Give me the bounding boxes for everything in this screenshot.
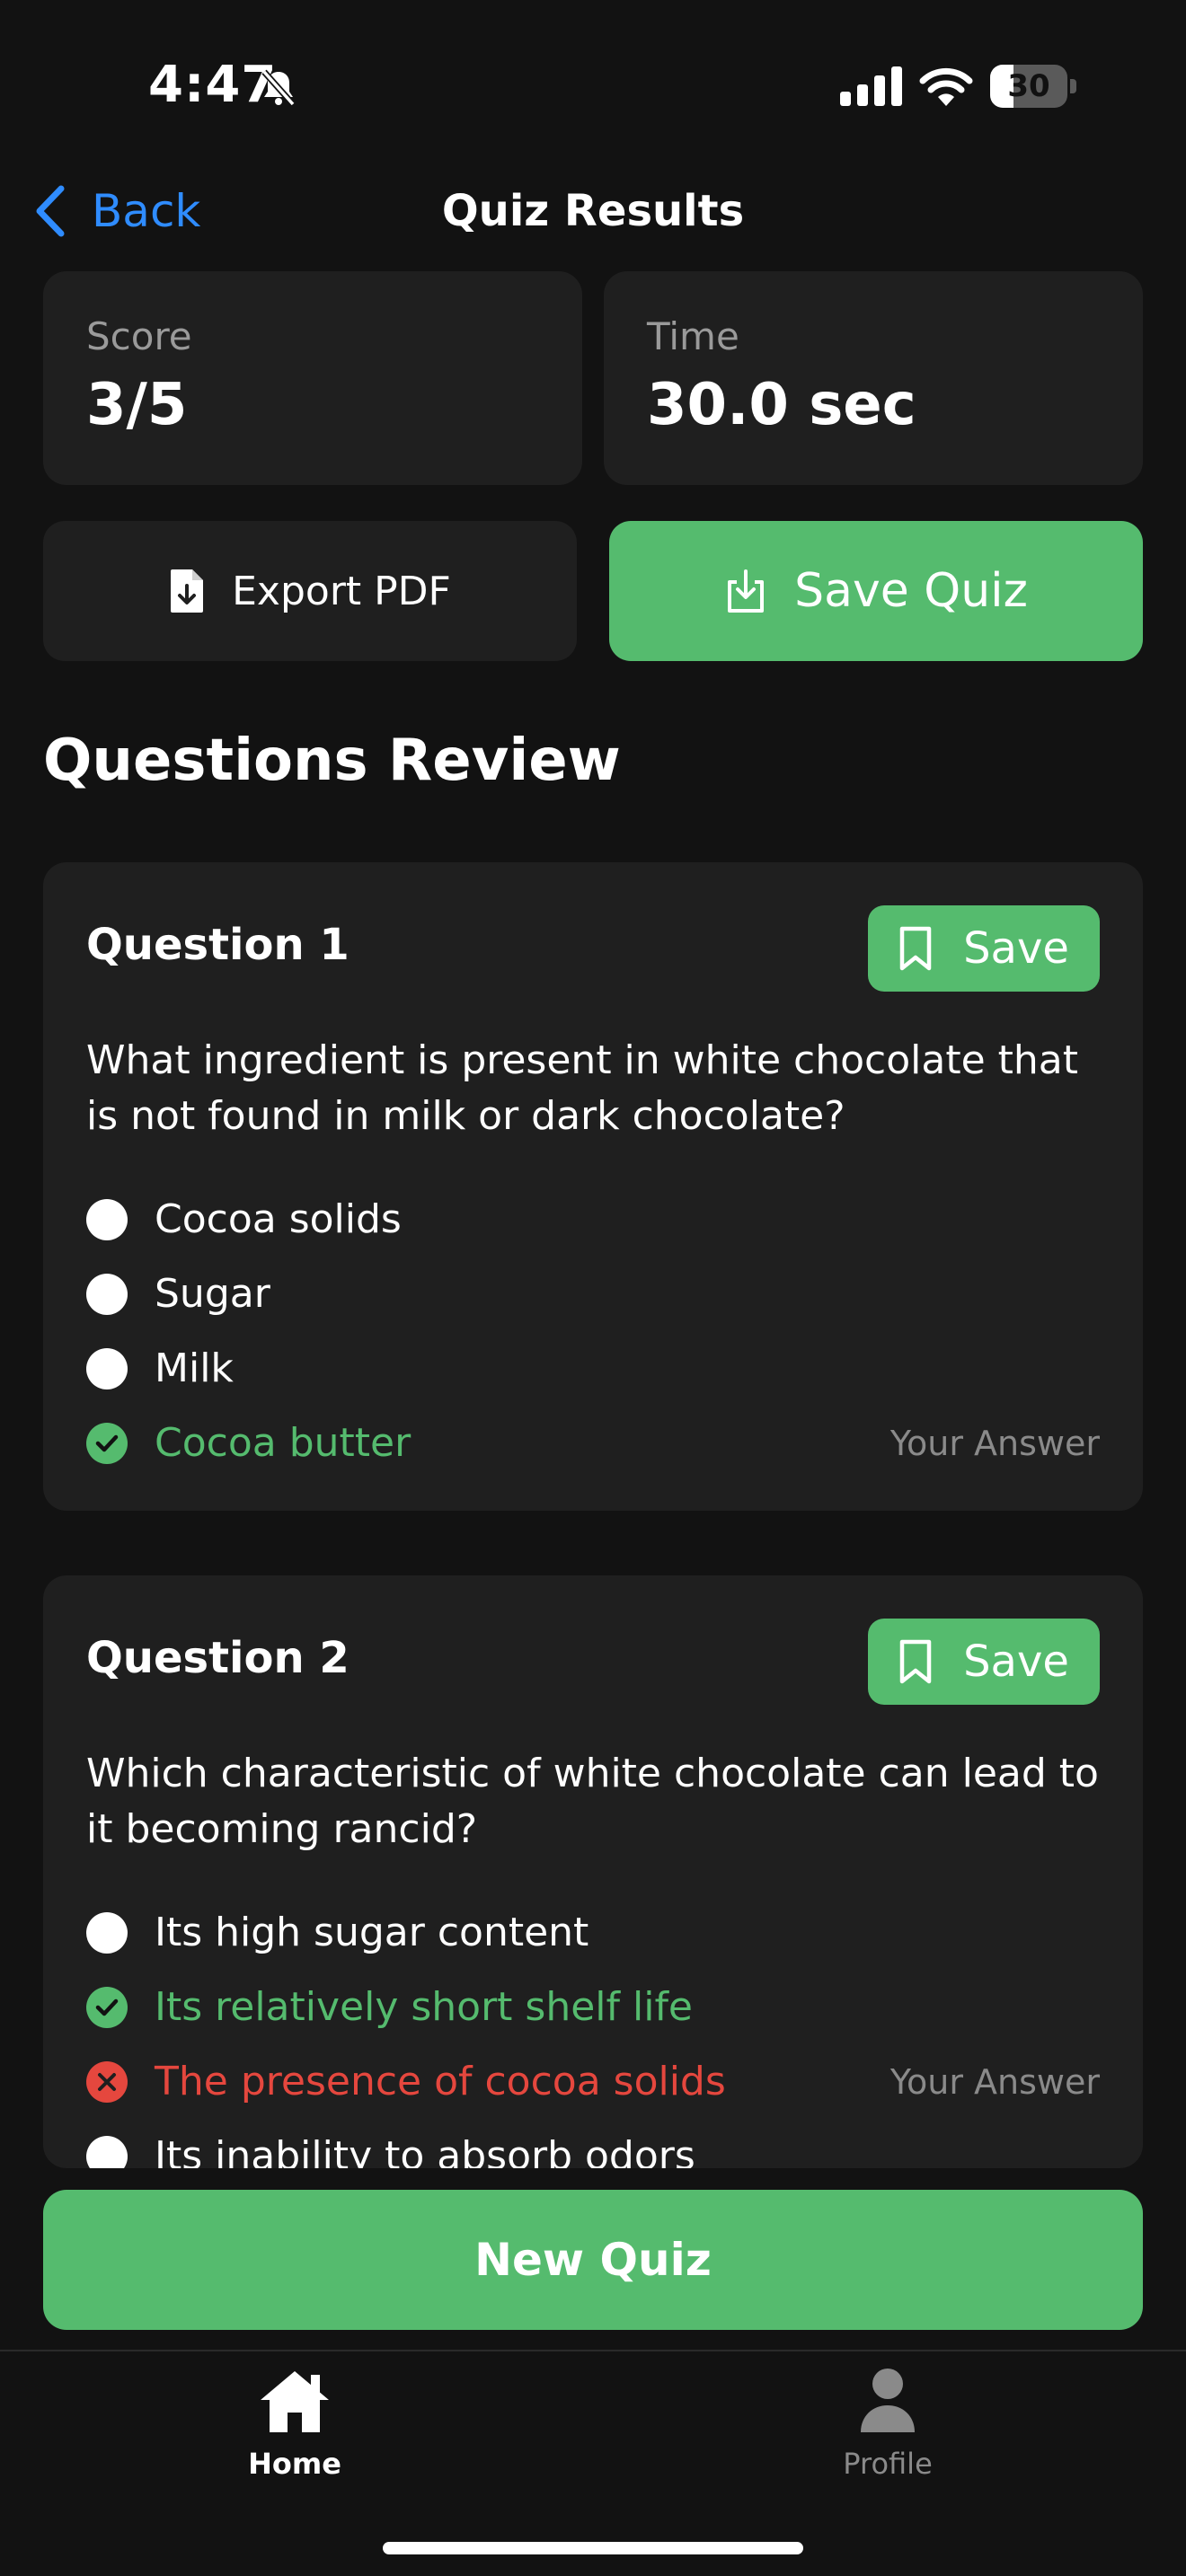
question-card: Question 2 Save Which characteristic of … [43, 1575, 1143, 2168]
answer-option[interactable]: Its inability to absorb odors [86, 2119, 1100, 2168]
option-label: The presence of cocoa solids [155, 2059, 726, 2104]
score-value: 3/5 [86, 372, 188, 438]
options-list: Cocoa solids Sugar Milk Cocoa butter You… [86, 1182, 1100, 1480]
battery-icon: 30 [990, 65, 1076, 108]
time-value: 30.0 sec [647, 372, 916, 438]
score-label: Score [86, 314, 192, 358]
question-card: Question 1 Save What ingredient is prese… [43, 862, 1143, 1511]
wifi-icon [918, 65, 974, 108]
status-bar: 4:47 30 [0, 0, 1186, 171]
your-answer-tag: Your Answer [890, 2061, 1100, 2102]
bell-muted-icon [257, 66, 300, 110]
save-question-button[interactable]: Save [868, 1619, 1100, 1705]
score-card: Score 3/5 [43, 271, 582, 485]
question-text: What ingredient is present in white choc… [86, 1037, 1079, 1139]
checkmark-circle-icon [86, 1422, 128, 1464]
answer-option[interactable]: Cocoa solids [86, 1182, 1100, 1257]
file-download-icon [171, 569, 204, 613]
save-question-button[interactable]: Save [868, 905, 1100, 992]
tray-download-icon [728, 569, 765, 613]
tab-home-label: Home [248, 2447, 341, 2481]
checkmark-circle-icon [86, 1986, 128, 2028]
answer-option-wrong[interactable]: The presence of cocoa solids Your Answer [86, 2044, 1100, 2119]
chevron-left-icon [36, 185, 65, 237]
radio-icon [86, 1198, 128, 1240]
bookmark-icon [899, 926, 932, 971]
options-list: Its high sugar content Its relatively sh… [86, 1895, 1100, 2168]
answer-option[interactable]: Its high sugar content [86, 1895, 1100, 1970]
option-label: Its high sugar content [155, 1910, 589, 1955]
save-question-label: Save [963, 1636, 1069, 1687]
question-text: Which characteristic of white chocolate … [86, 1751, 1099, 1852]
cellular-signal-icon [840, 66, 903, 106]
option-label: Sugar [155, 1271, 270, 1317]
answer-option[interactable]: Sugar [86, 1257, 1100, 1331]
time-card: Time 30.0 sec [604, 271, 1143, 485]
tab-home[interactable]: Home [160, 2366, 429, 2481]
x-circle-icon [86, 2060, 128, 2103]
back-button[interactable]: Back [32, 180, 200, 243]
save-question-label: Save [963, 923, 1069, 974]
export-pdf-button[interactable]: Export PDF [43, 521, 577, 661]
home-indicator [383, 2542, 803, 2554]
option-label: Cocoa butter [155, 1420, 412, 1466]
tab-profile-label: Profile [843, 2447, 933, 2481]
save-quiz-label: Save Quiz [794, 564, 1028, 618]
answer-option-correct[interactable]: Its relatively short shelf life [86, 1970, 1100, 2044]
section-title: Questions Review [43, 728, 621, 794]
time-label: Time [647, 314, 739, 358]
question-title: Question 2 [86, 1633, 350, 1683]
radio-icon [86, 1911, 128, 1954]
home-icon [261, 2371, 329, 2432]
back-label: Back [92, 185, 201, 237]
radio-icon [86, 1273, 128, 1315]
option-label: Its relatively short shelf life [155, 1984, 694, 2030]
answer-option-correct[interactable]: Cocoa butter Your Answer [86, 1406, 1100, 1480]
question-title: Question 1 [86, 920, 350, 970]
battery-level: 30 [1007, 68, 1050, 104]
save-quiz-button[interactable]: Save Quiz [609, 521, 1143, 661]
bookmark-icon [899, 1639, 932, 1684]
option-label: Its inability to absorb odors [155, 2133, 695, 2168]
option-label: Cocoa solids [155, 1196, 402, 1242]
radio-icon [86, 1347, 128, 1389]
option-label: Milk [155, 1345, 234, 1391]
radio-icon [86, 2135, 128, 2168]
export-pdf-label: Export PDF [232, 568, 451, 614]
tab-profile[interactable]: Profile [753, 2366, 1022, 2481]
new-quiz-button[interactable]: New Quiz [43, 2190, 1143, 2330]
your-answer-tag: Your Answer [890, 1423, 1100, 1463]
person-icon [861, 2369, 915, 2432]
answer-option[interactable]: Milk [86, 1331, 1100, 1406]
